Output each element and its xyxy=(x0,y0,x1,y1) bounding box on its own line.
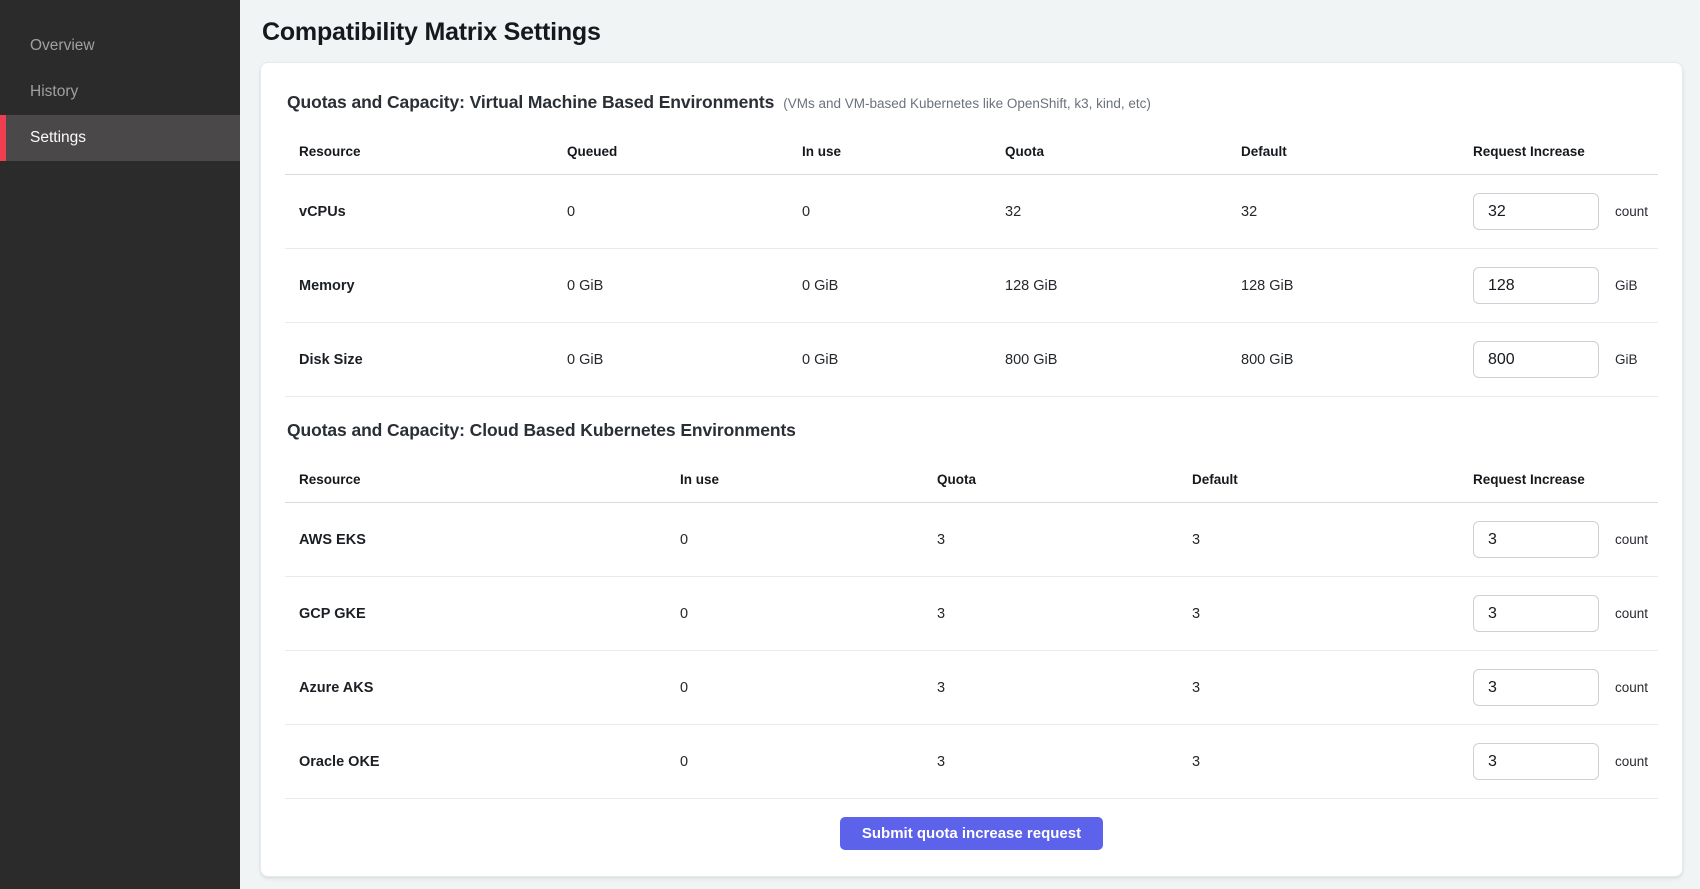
cell-quota: 3 xyxy=(937,532,1192,548)
unit-label: GiB xyxy=(1615,278,1638,293)
cell-in-use: 0 GiB xyxy=(802,352,1005,368)
sidebar-item-label: Settings xyxy=(30,129,86,147)
card-footer: Submit quota increase request xyxy=(285,817,1658,850)
table-row: GCP GKE033count xyxy=(285,577,1658,651)
cell-resource: Memory xyxy=(299,278,567,294)
column-header-default: Default xyxy=(1192,472,1473,487)
section-header: Quotas and Capacity: Virtual Machine Bas… xyxy=(287,89,1658,115)
request-increase-input[interactable] xyxy=(1473,669,1599,706)
request-increase-cell: GiB xyxy=(1473,267,1658,304)
section-cloud-k8s: Quotas and Capacity: Cloud Based Kuberne… xyxy=(285,417,1658,799)
cell-in-use: 0 xyxy=(680,606,937,622)
sidebar-item-settings[interactable]: Settings xyxy=(0,115,240,161)
column-header-in-use: In use xyxy=(802,144,1005,159)
column-header-quota: Quota xyxy=(1005,144,1241,159)
cell-resource: GCP GKE xyxy=(299,606,680,622)
column-header-request-increase: Request Increase xyxy=(1473,144,1658,159)
sidebar-item-label: History xyxy=(30,83,78,101)
column-header-resource: Resource xyxy=(299,472,680,487)
cell-default: 3 xyxy=(1192,754,1473,770)
unit-label: GiB xyxy=(1615,352,1638,367)
column-header-queued: Queued xyxy=(567,144,802,159)
table-body: vCPUs003232countMemory0 GiB0 GiB128 GiB1… xyxy=(285,175,1658,397)
table-body: AWS EKS033countGCP GKE033countAzure AKS0… xyxy=(285,503,1658,799)
column-header-quota: Quota xyxy=(937,472,1192,487)
section-vm-environments: Quotas and Capacity: Virtual Machine Bas… xyxy=(285,89,1658,397)
cell-resource: AWS EKS xyxy=(299,532,680,548)
cell-queued: 0 GiB xyxy=(567,278,802,294)
cell-quota: 3 xyxy=(937,680,1192,696)
cell-default: 128 GiB xyxy=(1241,278,1473,294)
cell-quota: 3 xyxy=(937,754,1192,770)
request-increase-input[interactable] xyxy=(1473,743,1599,780)
request-increase-cell: count xyxy=(1473,743,1658,780)
settings-card: Quotas and Capacity: Virtual Machine Bas… xyxy=(260,62,1683,877)
section-header: Quotas and Capacity: Cloud Based Kuberne… xyxy=(287,417,1658,443)
cell-resource: Disk Size xyxy=(299,352,567,368)
cell-quota: 32 xyxy=(1005,204,1241,220)
request-increase-cell: count xyxy=(1473,595,1658,632)
column-header-resource: Resource xyxy=(299,144,567,159)
table-row: vCPUs003232count xyxy=(285,175,1658,249)
cell-in-use: 0 GiB xyxy=(802,278,1005,294)
page-title: Compatibility Matrix Settings xyxy=(262,17,1683,47)
table-row: Azure AKS033count xyxy=(285,651,1658,725)
table-row: Disk Size0 GiB0 GiB800 GiB800 GiBGiB xyxy=(285,323,1658,397)
cell-default: 3 xyxy=(1192,532,1473,548)
table-row: AWS EKS033count xyxy=(285,503,1658,577)
cell-quota: 128 GiB xyxy=(1005,278,1241,294)
cell-quota: 800 GiB xyxy=(1005,352,1241,368)
unit-label: count xyxy=(1615,204,1648,219)
cell-default: 32 xyxy=(1241,204,1473,220)
sidebar-item-history[interactable]: History xyxy=(0,69,240,115)
request-increase-cell: count xyxy=(1473,521,1658,558)
table-row: Oracle OKE033count xyxy=(285,725,1658,799)
column-header-in-use: In use xyxy=(680,472,937,487)
table-row: Memory0 GiB0 GiB128 GiB128 GiBGiB xyxy=(285,249,1658,323)
submit-quota-button[interactable]: Submit quota increase request xyxy=(840,817,1103,850)
sidebar-nav: Overview History Settings xyxy=(0,0,240,161)
request-increase-input[interactable] xyxy=(1473,267,1599,304)
cell-default: 800 GiB xyxy=(1241,352,1473,368)
request-increase-input[interactable] xyxy=(1473,193,1599,230)
request-increase-input[interactable] xyxy=(1473,341,1599,378)
cell-in-use: 0 xyxy=(680,754,937,770)
unit-label: count xyxy=(1615,532,1648,547)
table-header-row: ResourceQueuedIn useQuotaDefaultRequest … xyxy=(285,129,1658,175)
request-increase-input[interactable] xyxy=(1473,595,1599,632)
sidebar-item-overview[interactable]: Overview xyxy=(0,23,240,69)
cell-quota: 3 xyxy=(937,606,1192,622)
request-increase-cell: count xyxy=(1473,193,1658,230)
unit-label: count xyxy=(1615,754,1648,769)
cell-default: 3 xyxy=(1192,680,1473,696)
sidebar: Overview History Settings xyxy=(0,0,240,889)
cell-resource: Azure AKS xyxy=(299,680,680,696)
cell-in-use: 0 xyxy=(680,680,937,696)
table-header-row: ResourceIn useQuotaDefaultRequest Increa… xyxy=(285,457,1658,503)
cell-queued: 0 GiB xyxy=(567,352,802,368)
unit-label: count xyxy=(1615,606,1648,621)
section-heading: Quotas and Capacity: Virtual Machine Bas… xyxy=(287,89,774,115)
section-subtitle: (VMs and VM-based Kubernetes like OpenSh… xyxy=(783,96,1151,111)
column-header-request-increase: Request Increase xyxy=(1473,472,1658,487)
unit-label: count xyxy=(1615,680,1648,695)
cell-queued: 0 xyxy=(567,204,802,220)
cell-default: 3 xyxy=(1192,606,1473,622)
main-content: Compatibility Matrix Settings Quotas and… xyxy=(240,0,1700,889)
request-increase-cell: count xyxy=(1473,669,1658,706)
section-heading: Quotas and Capacity: Cloud Based Kuberne… xyxy=(287,417,796,443)
cell-in-use: 0 xyxy=(802,204,1005,220)
column-header-default: Default xyxy=(1241,144,1473,159)
request-increase-input[interactable] xyxy=(1473,521,1599,558)
cell-in-use: 0 xyxy=(680,532,937,548)
cell-resource: Oracle OKE xyxy=(299,754,680,770)
sidebar-item-label: Overview xyxy=(30,37,95,55)
request-increase-cell: GiB xyxy=(1473,341,1658,378)
cell-resource: vCPUs xyxy=(299,204,567,220)
